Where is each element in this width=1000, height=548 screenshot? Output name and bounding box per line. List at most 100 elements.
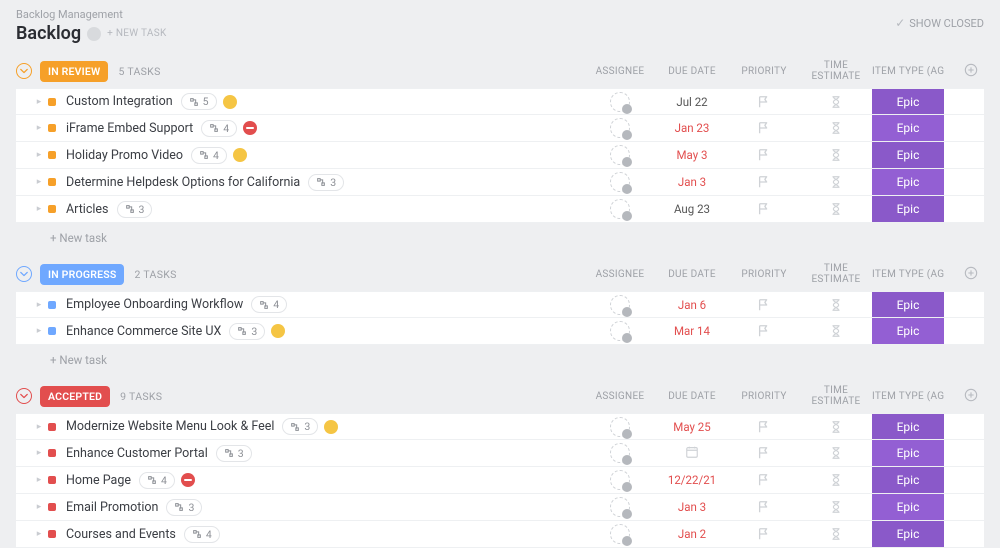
assignee-cell[interactable] bbox=[584, 295, 656, 315]
time-estimate-cell[interactable] bbox=[800, 473, 872, 487]
priority-cell[interactable] bbox=[728, 473, 800, 487]
task-due-date[interactable]: Jan 3 bbox=[678, 175, 706, 189]
new-task-row-button[interactable]: + New task bbox=[16, 345, 984, 369]
show-closed-toggle[interactable]: ✓ SHOW CLOSED bbox=[895, 8, 984, 30]
column-header-due[interactable]: DUE DATE bbox=[656, 269, 728, 280]
expand-caret-icon[interactable]: ▸ bbox=[34, 475, 44, 485]
task-row[interactable]: ▸ Email Promotion 3 Jan 3 Epic bbox=[16, 494, 984, 521]
due-date-cell[interactable]: Jan 3 bbox=[656, 175, 728, 189]
assignee-cell[interactable] bbox=[584, 470, 656, 490]
status-pill[interactable]: ACCEPTED bbox=[40, 386, 110, 407]
expand-caret-icon[interactable]: ▸ bbox=[34, 123, 44, 133]
task-name[interactable]: Modernize Website Menu Look & Feel bbox=[66, 419, 274, 434]
time-estimate-cell[interactable] bbox=[800, 420, 872, 434]
task-name[interactable]: Employee Onboarding Workflow bbox=[66, 297, 243, 312]
task-due-date[interactable]: Mar 14 bbox=[674, 324, 710, 338]
column-header-due[interactable]: DUE DATE bbox=[656, 391, 728, 402]
tag-red-icon[interactable] bbox=[243, 121, 257, 135]
task-due-date[interactable]: Aug 23 bbox=[674, 202, 710, 216]
time-estimate-cell[interactable] bbox=[800, 446, 872, 460]
column-header-item-type[interactable]: ITEM TYPE (AGIL... bbox=[872, 391, 944, 402]
section-collapse-button[interactable] bbox=[16, 63, 32, 79]
item-type-cell[interactable]: Epic bbox=[872, 414, 944, 439]
due-date-cell[interactable]: May 25 bbox=[656, 420, 728, 434]
subtask-count-pill[interactable]: 3 bbox=[166, 499, 202, 516]
task-name[interactable]: Determine Helpdesk Options for Californi… bbox=[66, 175, 300, 190]
subtask-count-pill[interactable]: 4 bbox=[201, 120, 237, 137]
due-date-cell[interactable]: Mar 14 bbox=[656, 324, 728, 338]
task-name[interactable]: iFrame Embed Support bbox=[66, 121, 193, 136]
subtask-count-pill[interactable]: 3 bbox=[282, 418, 318, 435]
subtask-count-pill[interactable]: 4 bbox=[191, 147, 227, 164]
tag-red-icon[interactable] bbox=[181, 473, 195, 487]
column-header-item-type[interactable]: ITEM TYPE (AGIL... bbox=[872, 269, 944, 280]
assignee-cell[interactable] bbox=[584, 145, 656, 165]
task-row[interactable]: ▸ Modernize Website Menu Look & Feel 3 M… bbox=[16, 413, 984, 440]
subtask-count-pill[interactable]: 3 bbox=[216, 445, 252, 462]
item-type-cell[interactable]: Epic bbox=[872, 169, 944, 195]
task-status-square[interactable] bbox=[48, 503, 56, 511]
subtask-count-pill[interactable]: 3 bbox=[117, 201, 153, 218]
item-type-cell[interactable]: Epic bbox=[872, 196, 944, 222]
time-estimate-cell[interactable] bbox=[800, 121, 872, 135]
section-collapse-button[interactable] bbox=[16, 266, 32, 282]
priority-cell[interactable] bbox=[728, 175, 800, 189]
status-pill[interactable]: IN PROGRESS bbox=[40, 264, 124, 285]
item-type-cell[interactable]: Epic bbox=[872, 467, 944, 493]
task-status-square[interactable] bbox=[48, 423, 56, 431]
task-due-date[interactable]: Jan 6 bbox=[678, 298, 706, 312]
task-status-square[interactable] bbox=[48, 98, 56, 106]
assignee-cell[interactable] bbox=[584, 417, 656, 437]
item-type-cell[interactable]: Epic bbox=[872, 494, 944, 520]
task-row[interactable]: ▸ Enhance Customer Portal 3 Epic bbox=[16, 440, 984, 467]
expand-caret-icon[interactable]: ▸ bbox=[34, 422, 44, 432]
column-header-due[interactable]: DUE DATE bbox=[656, 66, 728, 77]
task-row[interactable]: ▸ iFrame Embed Support 4 Jan 23 Epic bbox=[16, 115, 984, 142]
due-date-cell[interactable]: Jan 3 bbox=[656, 500, 728, 514]
subtask-count-pill[interactable]: 4 bbox=[184, 526, 220, 543]
priority-cell[interactable] bbox=[728, 500, 800, 514]
expand-caret-icon[interactable]: ▸ bbox=[34, 448, 44, 458]
column-header-assignee[interactable]: ASSIGNEE bbox=[584, 66, 656, 77]
task-row[interactable]: ▸ Holiday Promo Video 4 May 3 Epic bbox=[16, 142, 984, 169]
task-row[interactable]: ▸ Courses and Events 4 Jan 2 Epic bbox=[16, 521, 984, 548]
time-estimate-cell[interactable] bbox=[800, 500, 872, 514]
time-estimate-cell[interactable] bbox=[800, 175, 872, 189]
task-row[interactable]: ▸ Articles 3 Aug 23 Epic bbox=[16, 196, 984, 223]
task-name[interactable]: Holiday Promo Video bbox=[66, 148, 183, 163]
section-collapse-button[interactable] bbox=[16, 388, 32, 404]
task-row[interactable]: ▸ Employee Onboarding Workflow 4 Jan 6 E… bbox=[16, 291, 984, 318]
subtask-count-pill[interactable]: 4 bbox=[139, 472, 175, 489]
expand-caret-icon[interactable]: ▸ bbox=[34, 150, 44, 160]
due-date-cell[interactable]: Jan 6 bbox=[656, 298, 728, 312]
task-status-square[interactable] bbox=[48, 178, 56, 186]
column-header-time[interactable]: TIME ESTIMATE bbox=[800, 263, 872, 285]
add-column-button[interactable] bbox=[944, 266, 984, 283]
task-name[interactable]: Enhance Customer Portal bbox=[66, 446, 208, 461]
task-name[interactable]: Articles bbox=[66, 202, 109, 217]
task-due-date[interactable]: Jan 3 bbox=[678, 500, 706, 514]
expand-caret-icon[interactable]: ▸ bbox=[34, 502, 44, 512]
due-date-cell[interactable]: Jan 23 bbox=[656, 121, 728, 135]
column-header-assignee[interactable]: ASSIGNEE bbox=[584, 269, 656, 280]
due-date-cell[interactable]: May 3 bbox=[656, 148, 728, 162]
time-estimate-cell[interactable] bbox=[800, 298, 872, 312]
item-type-cell[interactable]: Epic bbox=[872, 440, 944, 466]
info-icon[interactable] bbox=[87, 27, 101, 41]
task-name[interactable]: Enhance Commerce Site UX bbox=[66, 324, 221, 339]
due-date-cell[interactable]: 12/22/21 bbox=[656, 473, 728, 487]
new-task-top-button[interactable]: + NEW TASK bbox=[107, 28, 166, 39]
item-type-cell[interactable]: Epic bbox=[872, 292, 944, 317]
task-name[interactable]: Home Page bbox=[66, 473, 131, 488]
expand-caret-icon[interactable]: ▸ bbox=[34, 529, 44, 539]
task-due-date[interactable]: May 3 bbox=[677, 148, 708, 162]
column-header-item-type[interactable]: ITEM TYPE (AGIL... bbox=[872, 66, 944, 77]
new-task-row-button[interactable]: + New task bbox=[16, 223, 984, 247]
priority-cell[interactable] bbox=[728, 298, 800, 312]
tag-yellow-icon[interactable] bbox=[271, 324, 285, 338]
item-type-cell[interactable]: Epic bbox=[872, 115, 944, 141]
assignee-cell[interactable] bbox=[584, 199, 656, 219]
task-status-square[interactable] bbox=[48, 476, 56, 484]
task-status-square[interactable] bbox=[48, 151, 56, 159]
task-status-square[interactable] bbox=[48, 530, 56, 538]
